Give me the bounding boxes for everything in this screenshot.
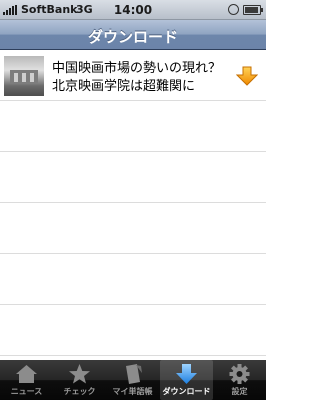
tab-label: チェック — [63, 387, 96, 396]
rotation-lock-icon — [228, 4, 239, 15]
tab-my-wordbook[interactable]: マイ単語帳 — [106, 360, 159, 400]
tab-bar: ニュース チェック マイ単語帳 ダウンロード 設定 — [0, 360, 266, 400]
status-bar: SoftBank 3G 14:00 — [0, 0, 266, 20]
empty-row — [0, 152, 266, 203]
gear-icon — [229, 364, 250, 384]
empty-row — [0, 203, 266, 254]
article-thumbnail — [4, 56, 44, 96]
home-icon — [16, 365, 37, 383]
page-title: ダウンロード — [87, 28, 178, 46]
download-arrow-icon[interactable] — [236, 66, 258, 86]
tab-label: マイ単語帳 — [112, 387, 153, 396]
star-icon — [69, 364, 90, 384]
battery-icon — [243, 5, 263, 15]
tab-news[interactable]: ニュース — [0, 360, 53, 400]
notebook-icon — [126, 364, 142, 384]
tab-settings[interactable]: 設定 — [213, 360, 266, 400]
tab-check[interactable]: チェック — [53, 360, 106, 400]
empty-row — [0, 101, 266, 152]
navigation-bar: ダウンロード — [0, 20, 266, 50]
download-list: 中国映画市場の勢いの現れ？北京映画学院は超難関に — [0, 50, 266, 360]
tab-label: 設定 — [231, 387, 248, 396]
tab-label: ニュース — [10, 387, 43, 396]
list-item[interactable]: 中国映画市場の勢いの現れ？北京映画学院は超難関に — [0, 50, 266, 101]
status-time: 14:00 — [113, 3, 153, 17]
tab-download[interactable]: ダウンロード — [160, 360, 213, 400]
tab-label: ダウンロード — [162, 387, 211, 396]
download-arrow-icon — [176, 364, 197, 384]
article-title: 中国映画市場の勢いの現れ？北京映画学院は超難関に — [52, 61, 222, 94]
empty-row — [0, 254, 266, 305]
empty-row — [0, 305, 266, 356]
